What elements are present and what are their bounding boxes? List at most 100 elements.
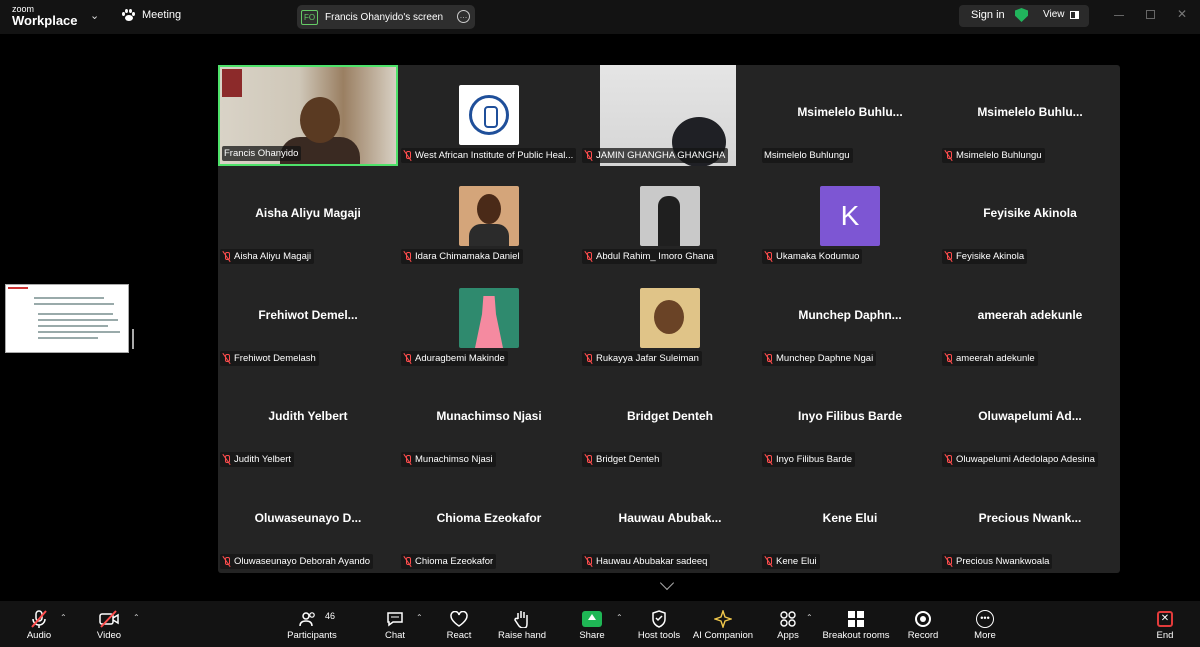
breakout-rooms-button[interactable]: Breakout rooms <box>822 601 890 647</box>
record-button[interactable]: Record <box>906 601 940 647</box>
participant-name-label: Munchep Daphne Ngai <box>762 351 877 366</box>
participant-tile[interactable]: Idara Chimamaka Daniel <box>399 166 579 267</box>
zoom-workplace-logo: zoom Workplace <box>12 5 78 28</box>
participant-tile[interactable]: Frehiwot Demel... Frehiwot Demelash <box>218 268 398 369</box>
profile-photo-avatar <box>459 288 519 348</box>
mic-muted-icon <box>584 251 593 262</box>
chevron-down-icon[interactable] <box>659 575 675 591</box>
participant-tile[interactable]: Chioma Ezeokafor Chioma Ezeokafor <box>399 471 579 572</box>
participant-tile[interactable]: Msimelelo Buhlu... Msimelelo Buhlungu <box>760 65 940 166</box>
participant-tile[interactable]: West African Institute of Public Heal... <box>399 65 579 166</box>
participant-tile[interactable]: Judith Yelbert Judith Yelbert <box>218 369 398 470</box>
mic-muted-icon <box>584 556 593 567</box>
drag-handle-icon[interactable] <box>132 329 134 349</box>
chevron-down-icon[interactable]: ⌄ <box>90 9 99 22</box>
participant-tile[interactable]: Msimelelo Buhlu... Msimelelo Buhlungu <box>940 65 1120 166</box>
share-options-chevron-icon[interactable]: ⌃ <box>616 613 623 622</box>
screen-share-indicator[interactable]: FO Francis Ohanyido's screen … <box>297 5 475 29</box>
participant-display-name: Munachimso Njasi <box>436 409 542 423</box>
video-label: Video <box>96 630 122 641</box>
host-tools-button[interactable]: Host tools <box>637 601 681 647</box>
participant-name: Feyisike Akinola <box>956 251 1025 262</box>
meeting-menu[interactable]: Meeting <box>122 9 181 21</box>
participant-tile[interactable]: Abdul Rahim_ Imoro Ghana <box>580 166 760 267</box>
chat-options-chevron-icon[interactable]: ⌃ <box>416 613 423 622</box>
participant-tile[interactable]: K Ukamaka Kodumuo <box>760 166 940 267</box>
video-button[interactable]: Video <box>92 601 126 647</box>
host-tools-label: Host tools <box>637 630 681 641</box>
apps-button[interactable]: Apps <box>774 601 802 647</box>
mic-muted-icon <box>944 556 953 567</box>
minimize-icon[interactable] <box>1114 15 1124 25</box>
participant-name-label: ameerah adekunle <box>942 351 1038 366</box>
more-button[interactable]: ••• More <box>970 601 1000 647</box>
ai-companion-label: AI Companion <box>692 630 754 641</box>
participant-name: Kene Elui <box>776 556 817 567</box>
participant-tile[interactable]: Oluwapelumi Ad... Oluwapelumi Adedolapo A… <box>940 369 1120 470</box>
participant-display-name: Kene Elui <box>822 511 878 525</box>
more-label: More <box>974 630 996 641</box>
sign-in-button[interactable]: Sign in <box>971 9 1005 21</box>
end-meeting-icon: ✕ <box>1154 609 1176 629</box>
participant-name: Ukamaka Kodumuo <box>776 251 860 262</box>
view-button[interactable]: View <box>1043 9 1079 20</box>
participants-icon <box>297 609 319 629</box>
audio-button[interactable]: Audio <box>22 601 56 647</box>
participant-tile[interactable]: Munchep Daphn... Munchep Daphne Ngai <box>760 268 940 369</box>
participant-tile[interactable]: Aduragbemi Makinde <box>399 268 579 369</box>
participant-tile[interactable]: Inyo Filibus Barde Inyo Filibus Barde <box>760 369 940 470</box>
apps-label: Apps <box>777 630 799 641</box>
screen-share-title: Francis Ohanyido's screen <box>325 11 444 23</box>
view-label: View <box>1043 9 1065 20</box>
participant-tile[interactable]: JAMIN GHANGHA GHANGHA <box>580 65 760 166</box>
record-label: Record <box>907 630 939 641</box>
view-layout-icon <box>1069 10 1079 19</box>
profile-photo-avatar <box>640 288 700 348</box>
react-button[interactable]: React <box>442 601 476 647</box>
mic-muted-icon <box>28 609 50 629</box>
participant-name-label: Feyisike Akinola <box>942 249 1028 264</box>
participant-display-name: Frehiwot Demel... <box>258 308 358 322</box>
record-icon <box>912 609 934 629</box>
participant-display-name: Judith Yelbert <box>268 409 348 423</box>
participant-tile[interactable]: Francis Ohanyido <box>218 65 398 166</box>
meeting-controls: Audio ⌃ Video ⌃ Participants 46 Chat ⌃ R… <box>0 601 1200 647</box>
participant-name: Francis Ohanyido <box>224 148 299 159</box>
participant-name-label: West African Institute of Public Heal... <box>401 148 577 163</box>
audio-options-chevron-icon[interactable]: ⌃ <box>60 613 67 622</box>
gallery-view: Francis Ohanyido West African Institute o… <box>218 65 1120 573</box>
participant-tile[interactable]: Aisha Aliyu Magaji Aisha Aliyu Magaji <box>218 166 398 267</box>
participant-name-label: Msimelelo Buhlungu <box>762 148 853 163</box>
participant-tile[interactable]: Oluwaseunayo D... Oluwaseunayo Deborah Ay… <box>218 471 398 572</box>
maximize-icon[interactable] <box>1146 10 1155 19</box>
chat-button[interactable]: Chat <box>380 601 410 647</box>
participant-display-name: Hauwau Abubak... <box>618 511 722 525</box>
participant-name: Rukayya Jafar Suleiman <box>596 353 699 364</box>
sharer-initials-badge: FO <box>301 9 318 25</box>
breakout-rooms-label: Breakout rooms <box>822 630 890 641</box>
participant-name-label: Oluwaseunayo Deborah Ayando <box>220 554 374 569</box>
video-options-chevron-icon[interactable]: ⌃ <box>133 613 140 622</box>
share-button[interactable]: Share <box>577 601 607 647</box>
participant-tile[interactable]: Hauwau Abubak... Hauwau Abubakar sadeeq <box>580 471 760 572</box>
more-options-icon[interactable]: … <box>457 10 470 23</box>
initial-avatar: K <box>820 186 880 246</box>
mic-muted-icon <box>584 150 593 161</box>
raise-hand-button[interactable]: Raise hand <box>498 601 546 647</box>
participant-tile[interactable]: Feyisike Akinola Feyisike Akinola <box>940 166 1120 267</box>
shared-screen-thumbnail[interactable] <box>5 284 129 353</box>
participant-tile[interactable]: Munachimso Njasi Munachimso Njasi <box>399 369 579 470</box>
participant-tile[interactable]: Kene Elui Kene Elui <box>760 471 940 572</box>
participant-tile[interactable]: ameerah adekunle ameerah adekunle <box>940 268 1120 369</box>
participant-tile[interactable]: Rukayya Jafar Suleiman <box>580 268 760 369</box>
participants-button[interactable]: Participants <box>284 601 340 647</box>
participant-tile[interactable]: Bridget Denteh Bridget Denteh <box>580 369 760 470</box>
ai-companion-button[interactable]: AI Companion <box>692 601 754 647</box>
heart-icon <box>448 609 470 629</box>
apps-options-chevron-icon[interactable]: ⌃ <box>806 613 813 622</box>
end-button[interactable]: ✕ End <box>1152 601 1178 647</box>
close-icon[interactable]: ✕ <box>1177 7 1187 21</box>
participant-name: Frehiwot Demelash <box>234 353 316 364</box>
participant-display-name: Chioma Ezeokafor <box>436 511 542 525</box>
participant-tile[interactable]: Precious Nwank... Precious Nwankwoala <box>940 471 1120 572</box>
